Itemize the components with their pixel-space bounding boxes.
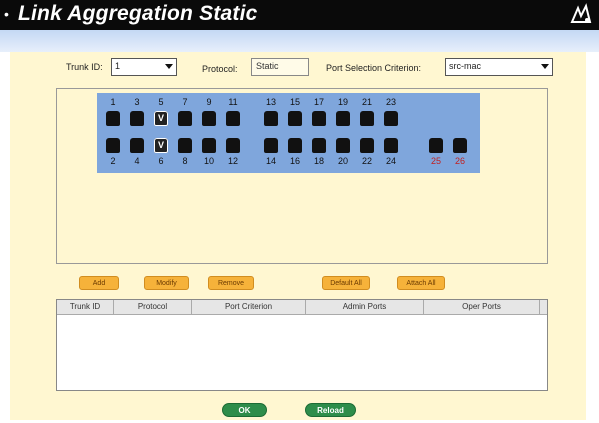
- brand-logo-icon: [570, 3, 592, 23]
- column-header-admin-ports[interactable]: Admin Ports: [306, 300, 424, 314]
- port-number-label: 25: [430, 156, 441, 166]
- port-24[interactable]: [384, 138, 398, 153]
- ok-button[interactable]: OK: [222, 403, 267, 417]
- port-25[interactable]: [429, 138, 443, 153]
- port-5[interactable]: V: [154, 111, 168, 126]
- port-number-label: 24: [385, 156, 396, 166]
- port-criterion-select[interactable]: src-mac: [445, 58, 553, 76]
- port-number-label: 23: [385, 97, 396, 107]
- port-number-label: 15: [289, 97, 300, 107]
- port-11[interactable]: [226, 111, 240, 126]
- chevron-down-icon: [541, 64, 549, 69]
- protocol-value: Static: [256, 61, 279, 71]
- protocol-label: Protocol:: [202, 64, 238, 74]
- port-13[interactable]: [264, 111, 278, 126]
- column-header-port-criterion[interactable]: Port Criterion: [192, 300, 306, 314]
- port-20[interactable]: [336, 138, 350, 153]
- port-number-label: 4: [134, 156, 140, 166]
- port-number-label: 5: [158, 97, 164, 107]
- modify-button[interactable]: Modify: [144, 276, 189, 290]
- port-2[interactable]: [106, 138, 120, 153]
- page-title: Link Aggregation Static: [18, 2, 258, 25]
- port-12[interactable]: [226, 138, 240, 153]
- title-bullet-icon: •: [4, 6, 9, 22]
- port-number-label: 13: [265, 97, 276, 107]
- port-number-label: 11: [228, 97, 238, 107]
- reload-button[interactable]: Reload: [305, 403, 356, 417]
- port-number-label: 16: [289, 156, 300, 166]
- port-8[interactable]: [178, 138, 192, 153]
- column-header-protocol[interactable]: Protocol: [114, 300, 192, 314]
- port-number-label: 9: [206, 97, 212, 107]
- port-number-label: 6: [158, 156, 164, 166]
- add-button[interactable]: Add: [79, 276, 119, 290]
- trunk-id-select[interactable]: 1: [111, 58, 177, 76]
- port-21[interactable]: [360, 111, 374, 126]
- port-number-label: 10: [203, 156, 214, 166]
- port-panel: 1 3 5 V 7 9 11 13 15 17 19 21 23 2 4 V 6 8 10 12 14 16 18 20 22 2…: [97, 93, 480, 173]
- port-3[interactable]: [130, 111, 144, 126]
- remove-button[interactable]: Remove: [208, 276, 254, 290]
- port-number-label: 22: [361, 156, 372, 166]
- port-1[interactable]: [106, 111, 120, 126]
- port-number-label: 17: [313, 97, 324, 107]
- port-10[interactable]: [202, 138, 216, 153]
- port-number-label: 2: [110, 156, 116, 166]
- chevron-down-icon: [165, 64, 173, 69]
- port-number-label: 14: [265, 156, 276, 166]
- port-22[interactable]: [360, 138, 374, 153]
- column-header-oper-ports[interactable]: Oper Ports: [424, 300, 540, 314]
- port-19[interactable]: [336, 111, 350, 126]
- port-23[interactable]: [384, 111, 398, 126]
- port-number-label: 21: [361, 97, 372, 107]
- port-number-label: 8: [182, 156, 188, 166]
- port-15[interactable]: [288, 111, 302, 126]
- port-18[interactable]: [312, 138, 326, 153]
- port-criterion-label: Port Selection Criterion:: [326, 63, 422, 73]
- port-26[interactable]: [453, 138, 467, 153]
- port-9[interactable]: [202, 111, 216, 126]
- title-bar: • Link Aggregation Static: [0, 0, 599, 30]
- header-band: [0, 30, 599, 52]
- trunk-table: Trunk ID Protocol Port Criterion Admin P…: [56, 299, 548, 391]
- port-7[interactable]: [178, 111, 192, 126]
- port-number-label: 12: [227, 156, 238, 166]
- column-header-trunk-id[interactable]: Trunk ID: [57, 300, 114, 314]
- trunk-id-value: 1: [115, 61, 121, 71]
- port-number-label: 19: [337, 97, 348, 107]
- attach-all-button[interactable]: Attach All: [397, 276, 445, 290]
- port-4[interactable]: [130, 138, 144, 153]
- port-16[interactable]: [288, 138, 302, 153]
- port-number-label: 18: [313, 156, 324, 166]
- port-number-label: 3: [134, 97, 140, 107]
- port-criterion-value: src-mac: [449, 61, 481, 71]
- port-number-label: 20: [337, 156, 348, 166]
- port-17[interactable]: [312, 111, 326, 126]
- port-6[interactable]: V: [154, 138, 168, 153]
- table-header: Trunk ID Protocol Port Criterion Admin P…: [57, 300, 547, 315]
- port-number-label: 7: [182, 97, 188, 107]
- default-all-button[interactable]: Default All: [322, 276, 370, 290]
- trunk-id-label: Trunk ID:: [66, 62, 103, 72]
- port-number-label: 26: [454, 156, 465, 166]
- port-number-label: 1: [110, 97, 116, 107]
- port-14[interactable]: [264, 138, 278, 153]
- protocol-field: Static: [251, 58, 309, 76]
